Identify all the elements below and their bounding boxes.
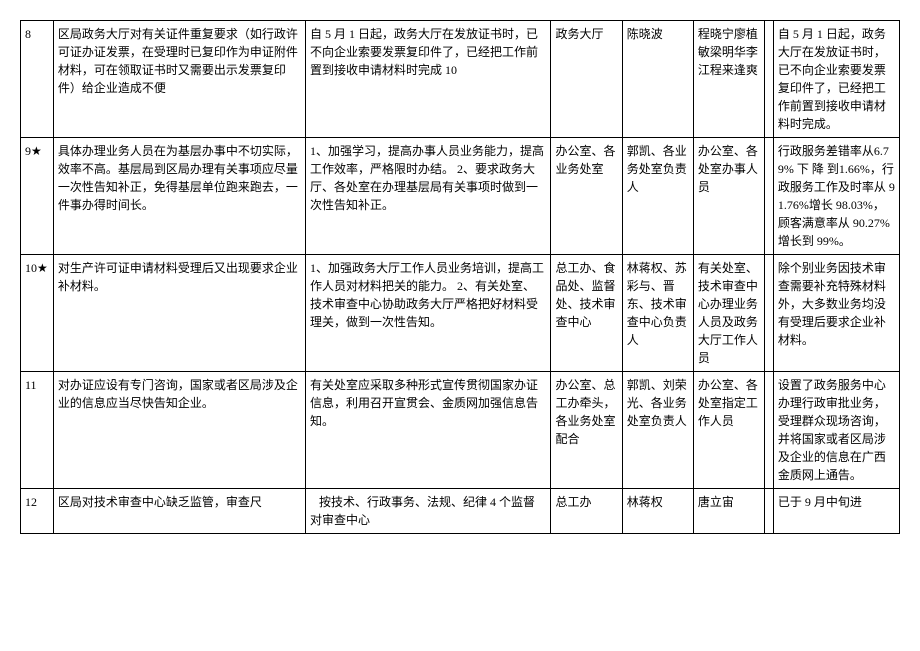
result-cell: 除个别业务因技术审查需要补充特殊材料外，大多数业务均没有受理后要求企业补材料。 — [773, 255, 899, 372]
dept2-cell: 陈晓波 — [622, 21, 693, 138]
result-cell: 自 5 月 1 日起，政务大厅在发放证书时，已不向企业索要发票复印件了，已经把工… — [773, 21, 899, 138]
row-number: 9★ — [21, 138, 54, 255]
dept3-cell: 程晓宁廖植敏梁明华李江程来逢爽 — [693, 21, 764, 138]
measure-cell: 按技术、行政事务、法规、纪律 4 个监督对审查中心 — [305, 489, 551, 534]
measure-cell: 1、加强政务大厅工作人员业务培训，提高工作人员对材料把关的能力。 2、有关处室、… — [305, 255, 551, 372]
issue-cell: 区局政务大厅对有关证件重复要求（如行政许可证办证发票，在受理时已复印作为申证附件… — [53, 21, 305, 138]
row-number: 12 — [21, 489, 54, 534]
empty-cell — [765, 21, 774, 138]
table-row: 11 对办证应设有专门咨询，国家或者区局涉及企业的信息应当尽快告知企业。 有关处… — [21, 372, 900, 489]
table-row: 9★ 具体办理业务人员在为基层办事中不切实际，效率不高。基层局到区局办理有关事项… — [21, 138, 900, 255]
measure-cell: 自 5 月 1 日起，政务大厅在发放证书时，已不向企业索要发票复印件了，已经把工… — [305, 21, 551, 138]
result-cell: 行政服务差错率从6.79% 下 降 到1.66%，行政服务工作及时率从 91.7… — [773, 138, 899, 255]
document-table: 8 区局政务大厅对有关证件重复要求（如行政许可证办证发票，在受理时已复印作为申证… — [20, 20, 900, 534]
issue-cell: 对生产许可证申请材料受理后又出现要求企业补材料。 — [53, 255, 305, 372]
table-row: 10★ 对生产许可证申请材料受理后又出现要求企业补材料。 1、加强政务大厅工作人… — [21, 255, 900, 372]
dept3-cell: 有关处室、技术审查中心办理业务人员及政务大厅工作人员 — [693, 255, 764, 372]
measure-cell: 1、加强学习，提高办事人员业务能力，提高工作效率，严格限时办结。 2、要求政务大… — [305, 138, 551, 255]
dept3-cell: 办公室、各处室办事人员 — [693, 138, 764, 255]
issue-cell: 对办证应设有专门咨询，国家或者区局涉及企业的信息应当尽快告知企业。 — [53, 372, 305, 489]
dept3-cell: 办公室、各处室指定工作人员 — [693, 372, 764, 489]
result-cell: 设置了政务服务中心办理行政审批业务，受理群众现场咨询，并将国家或者区局涉及企业的… — [773, 372, 899, 489]
empty-cell — [765, 372, 774, 489]
empty-cell — [765, 138, 774, 255]
empty-cell — [765, 489, 774, 534]
dept2-cell: 林蒋权、苏彩与、晋东、技术审查中心负责人 — [622, 255, 693, 372]
dept2-cell: 郭凯、各业务处室负责人 — [622, 138, 693, 255]
row-number: 8 — [21, 21, 54, 138]
table-row: 8 区局政务大厅对有关证件重复要求（如行政许可证办证发票，在受理时已复印作为申证… — [21, 21, 900, 138]
dept2-cell: 郭凯、刘荣光、各业务处室负责人 — [622, 372, 693, 489]
dept1-cell: 总工办 — [551, 489, 622, 534]
measure-cell: 有关处室应采取多种形式宣传贯彻国家办证信息，利用召开宣贯会、金质网加强信息告知。 — [305, 372, 551, 489]
row-number: 10★ — [21, 255, 54, 372]
dept1-cell: 政务大厅 — [551, 21, 622, 138]
row-number: 11 — [21, 372, 54, 489]
dept3-cell: 唐立宙 — [693, 489, 764, 534]
result-cell: 已于 9 月中旬进 — [773, 489, 899, 534]
dept2-cell: 林蒋权 — [622, 489, 693, 534]
dept1-cell: 总工办、食品处、监督处、技术审查中心 — [551, 255, 622, 372]
dept1-cell: 办公室、总工办牵头，各业务处室配合 — [551, 372, 622, 489]
issue-cell: 具体办理业务人员在为基层办事中不切实际，效率不高。基层局到区局办理有关事项应尽量… — [53, 138, 305, 255]
empty-cell — [765, 255, 774, 372]
issue-cell: 区局对技术审查中心缺乏监管，审查尺 — [53, 489, 305, 534]
dept1-cell: 办公室、各业务处室 — [551, 138, 622, 255]
table-row: 12 区局对技术审查中心缺乏监管，审查尺 按技术、行政事务、法规、纪律 4 个监… — [21, 489, 900, 534]
